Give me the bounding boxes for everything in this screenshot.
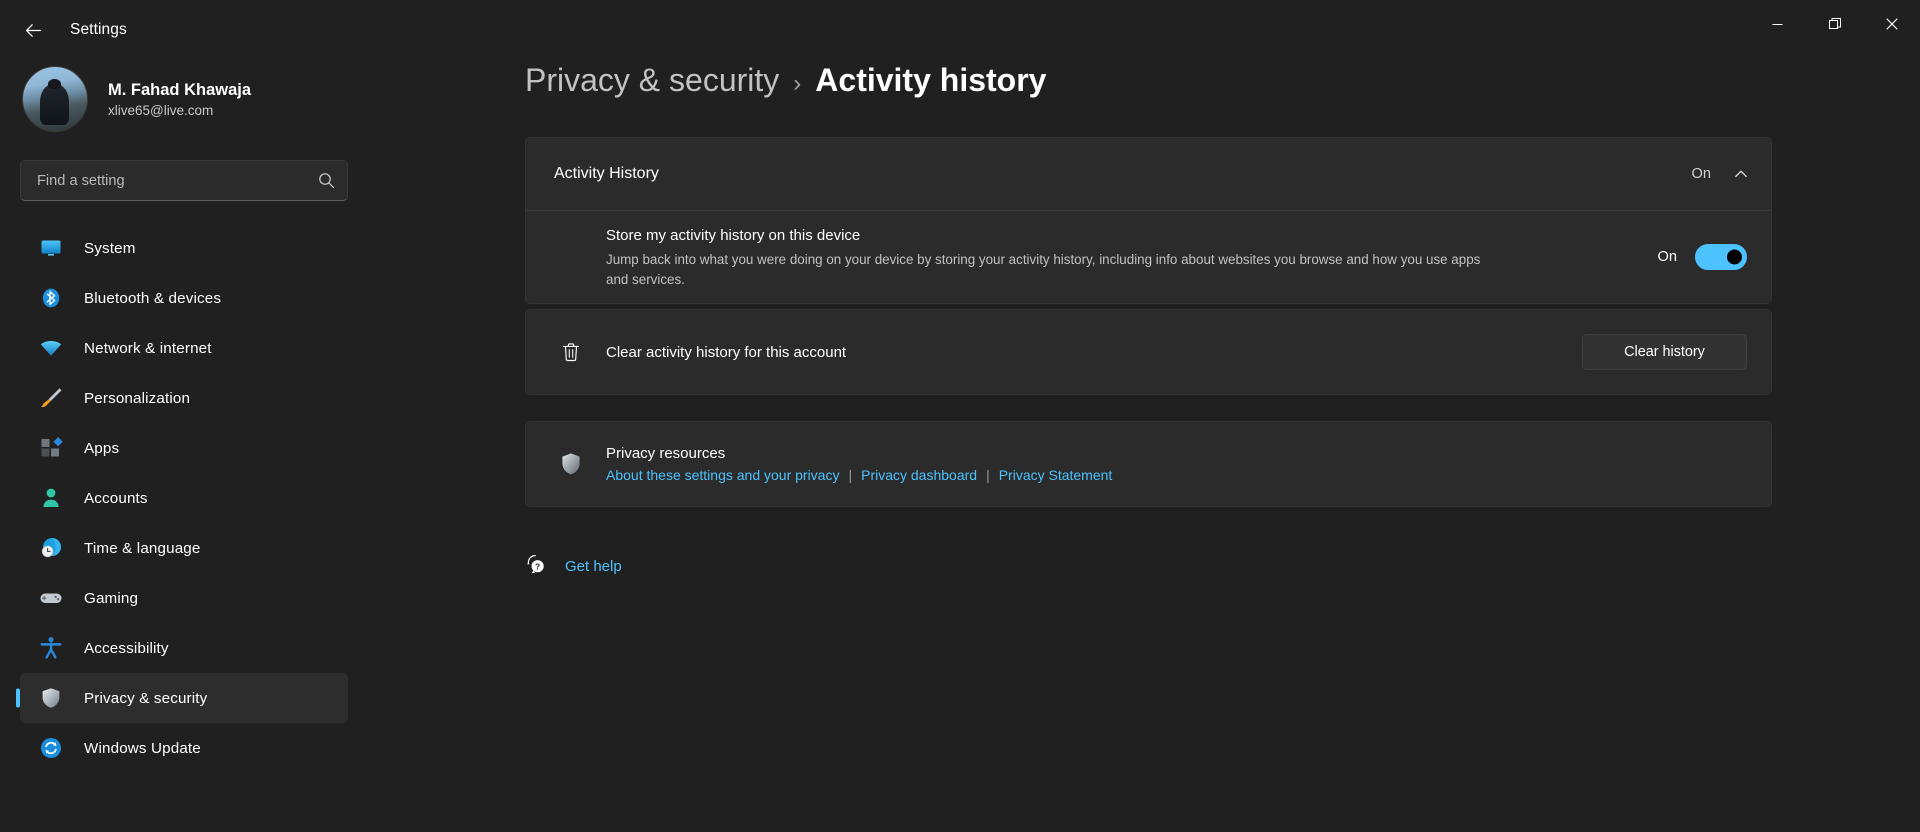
- person-icon: [38, 485, 64, 511]
- sidebar-item-label: System: [84, 239, 136, 257]
- back-arrow-icon: [25, 23, 41, 37]
- trash-icon: [554, 341, 588, 363]
- sidebar-item-windows-update[interactable]: Windows Update: [20, 723, 348, 773]
- sidebar-item-personalization[interactable]: Personalization: [20, 373, 348, 423]
- activity-history-card: Activity History On Store my activity hi…: [525, 137, 1772, 305]
- system-monitor-icon: [38, 235, 64, 261]
- sidebar-item-network-internet[interactable]: Network & internet: [20, 323, 348, 373]
- search-box[interactable]: [20, 160, 348, 201]
- sidebar-item-label: Accessibility: [84, 639, 169, 657]
- sidebar-item-time-language[interactable]: Time & language: [20, 523, 348, 573]
- sidebar-item-system[interactable]: System: [20, 223, 348, 273]
- privacy-resources-title: Privacy resources: [606, 445, 726, 463]
- sidebar-item-label: Personalization: [84, 389, 191, 407]
- clock-globe-icon: [38, 535, 64, 561]
- privacy-resources-links: About these settings and your privacy | …: [606, 467, 1747, 483]
- link-separator: |: [986, 467, 990, 484]
- clear-history-button[interactable]: Clear history: [1582, 334, 1747, 371]
- sidebar-item-label: Windows Update: [84, 739, 201, 757]
- close-button[interactable]: [1863, 0, 1920, 48]
- back-button[interactable]: [12, 9, 54, 51]
- paintbrush-icon: [38, 385, 64, 411]
- breadcrumb-separator: ›: [793, 70, 802, 97]
- apps-grid-icon: [38, 435, 64, 461]
- window-controls: [1749, 0, 1920, 48]
- sidebar-item-accessibility[interactable]: Accessibility: [20, 623, 348, 673]
- store-activity-description: Jump back into what you were doing on yo…: [606, 251, 1481, 287]
- page-title: Activity history: [815, 62, 1047, 98]
- minimize-button[interactable]: [1749, 0, 1806, 48]
- search-icon: [319, 173, 335, 189]
- maximize-button[interactable]: [1806, 0, 1863, 48]
- main-content: Privacy & security › Activity history Ac…: [370, 52, 1920, 832]
- breadcrumb: Privacy & security › Activity history: [370, 52, 1920, 99]
- svg-text:?: ?: [535, 562, 540, 572]
- link-about-these-settings[interactable]: About these settings and your privacy: [606, 467, 839, 483]
- sidebar-nav: System Bluetooth & devices Network & int…: [0, 223, 370, 773]
- expander-state: On: [1691, 166, 1711, 182]
- link-separator: |: [848, 467, 853, 484]
- sidebar-item-label: Time & language: [84, 539, 201, 557]
- close-icon: [1885, 18, 1898, 30]
- shield-icon: [38, 685, 64, 711]
- privacy-resources-row: Privacy resources About these settings a…: [526, 422, 1771, 506]
- account-name: M. Fahad Khawaja: [108, 80, 252, 99]
- get-help-link[interactable]: ? Get help: [525, 553, 645, 580]
- chevron-up-icon: [1735, 170, 1747, 178]
- activity-history-body: Store my activity history on this device…: [526, 210, 1771, 304]
- avatar: [22, 66, 88, 132]
- refresh-circle-icon: [38, 735, 64, 761]
- store-activity-toggle[interactable]: [1695, 244, 1747, 271]
- sidebar-item-label: Accounts: [84, 489, 148, 507]
- sidebar-item-label: Gaming: [84, 589, 139, 607]
- link-privacy-dashboard[interactable]: Privacy dashboard: [861, 467, 977, 483]
- bluetooth-icon: [38, 285, 64, 311]
- clear-activity-history-card: Clear activity history for this account …: [525, 309, 1772, 396]
- maximize-icon: [1828, 18, 1841, 29]
- expander-title: Activity History: [554, 165, 659, 182]
- app-title: Settings: [70, 21, 127, 38]
- shield-icon: [554, 451, 588, 477]
- toggle-knob: [1727, 249, 1742, 265]
- sidebar-item-bluetooth-devices[interactable]: Bluetooth & devices: [20, 273, 348, 323]
- store-activity-toggle-label: On: [1657, 249, 1677, 266]
- privacy-resources-card: Privacy resources About these settings a…: [525, 421, 1772, 508]
- get-help-label: Get help: [565, 558, 622, 576]
- sidebar-item-privacy-security[interactable]: Privacy & security: [20, 673, 348, 723]
- store-activity-title: Store my activity history on this device: [606, 227, 861, 244]
- sidebar-item-label: Privacy & security: [84, 689, 208, 707]
- sidebar-item-accounts[interactable]: Accounts: [20, 473, 348, 523]
- store-activity-history-row: Store my activity history on this device…: [526, 211, 1771, 304]
- breadcrumb-parent[interactable]: Privacy & security: [525, 62, 779, 99]
- search-input[interactable]: [37, 172, 318, 189]
- clear-activity-title: Clear activity history for this account: [606, 343, 847, 361]
- sidebar-item-apps[interactable]: Apps: [20, 423, 348, 473]
- gamepad-icon: [38, 585, 64, 611]
- title-bar: Settings: [0, 0, 1920, 60]
- accessibility-person-icon: [38, 635, 64, 661]
- activity-history-expander[interactable]: Activity History On: [526, 138, 1771, 210]
- sidebar-item-label: Network & internet: [84, 339, 212, 357]
- link-privacy-statement[interactable]: Privacy Statement: [999, 467, 1113, 483]
- sidebar-item-label: Bluetooth & devices: [84, 289, 222, 307]
- minimize-icon: [1772, 23, 1783, 25]
- account-block[interactable]: M. Fahad Khawaja xlive65@live.com: [0, 52, 370, 146]
- help-question-icon: ?: [525, 553, 547, 580]
- clear-activity-history-row: Clear activity history for this account …: [526, 310, 1771, 395]
- sidebar-item-label: Apps: [84, 439, 120, 457]
- sidebar-item-gaming[interactable]: Gaming: [20, 573, 348, 623]
- account-email: xlive65@live.com: [108, 103, 214, 119]
- sidebar: M. Fahad Khawaja xlive65@live.com System: [0, 52, 370, 832]
- settings-cards: Activity History On Store my activity hi…: [525, 137, 1772, 508]
- wifi-icon: [38, 335, 64, 361]
